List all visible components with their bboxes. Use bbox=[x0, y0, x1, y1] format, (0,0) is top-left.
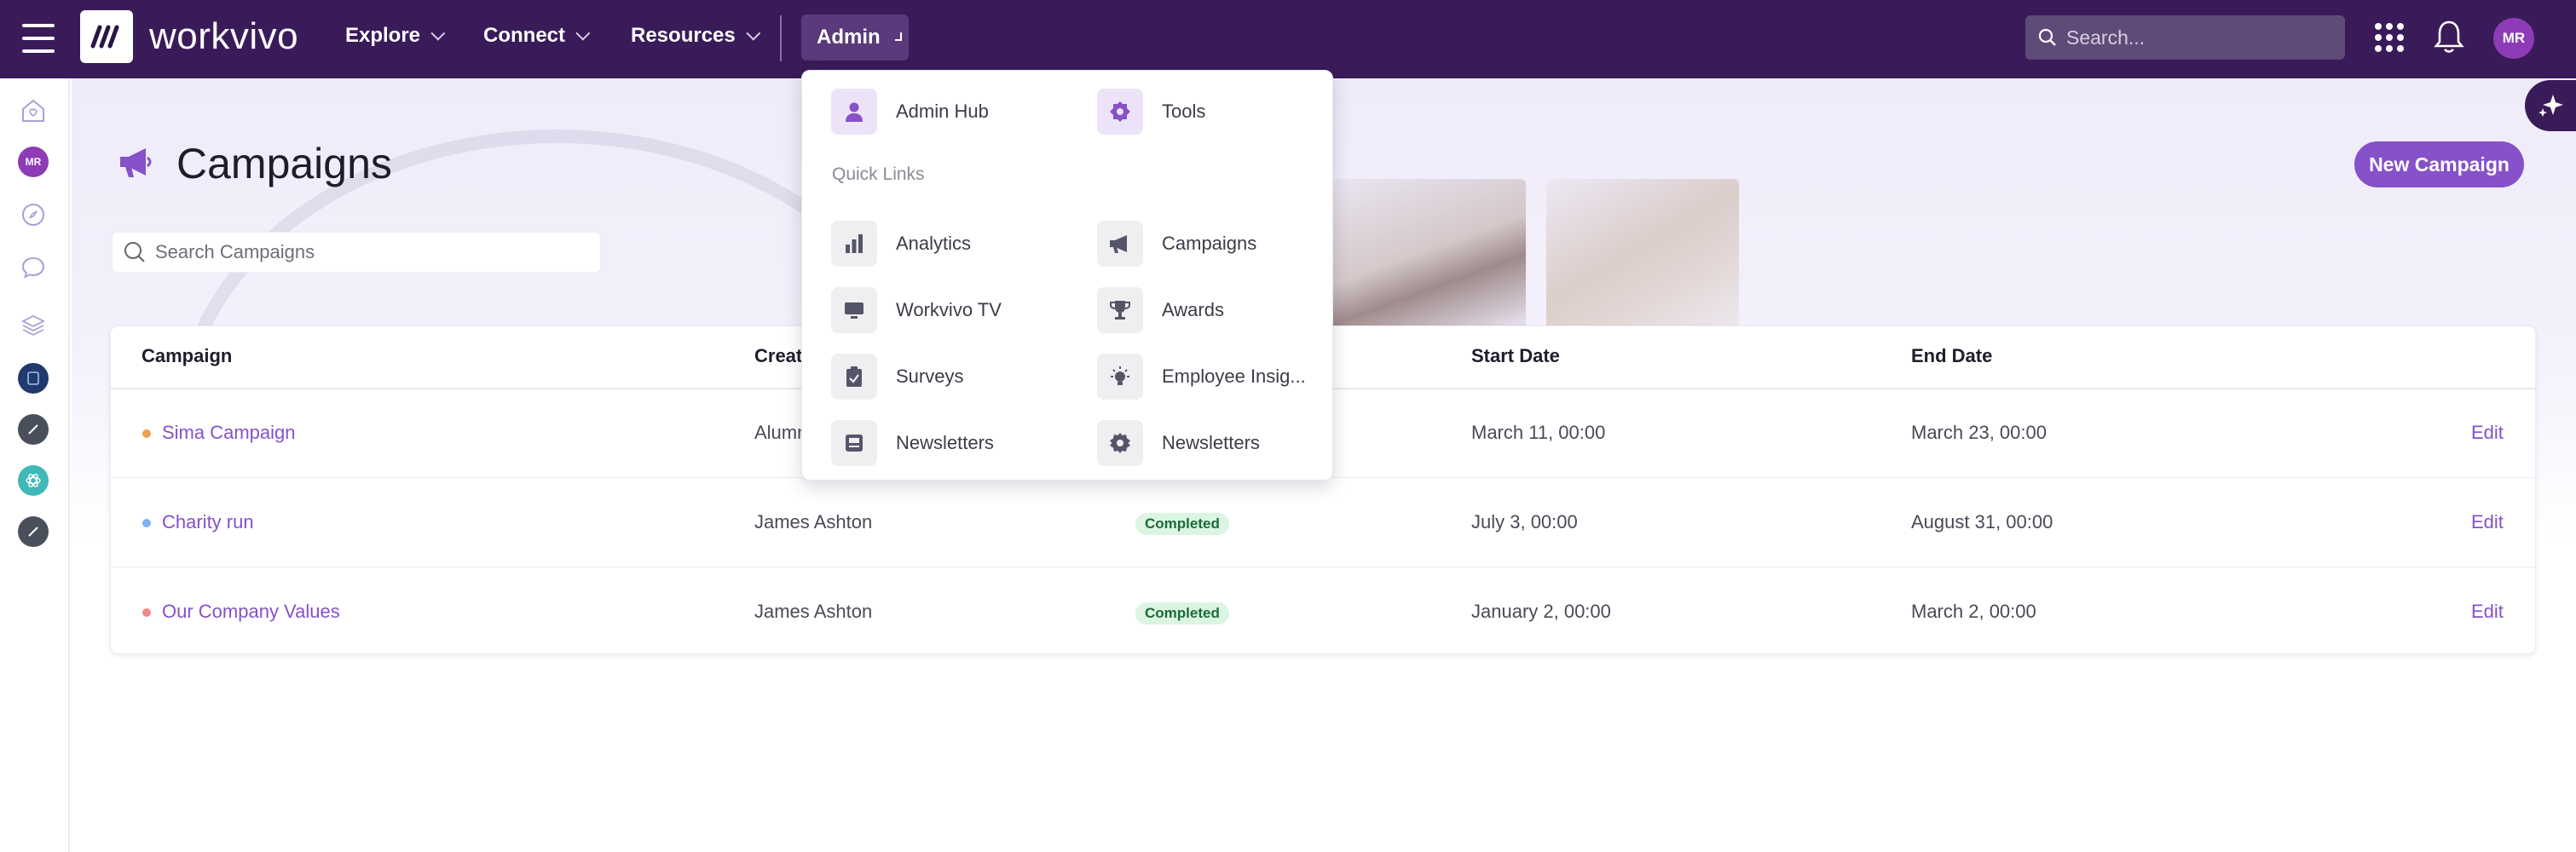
edit-link[interactable]: Edit bbox=[2471, 601, 2504, 623]
clipboard-icon bbox=[831, 354, 877, 400]
col-header-end-date[interactable]: End Date bbox=[1911, 345, 1992, 367]
notifications-bell-icon[interactable] bbox=[2433, 19, 2465, 59]
menu-item-label: Awards bbox=[1162, 299, 1224, 320]
col-header-campaign[interactable]: Campaign bbox=[142, 345, 232, 367]
campaign-start-date: March 11, 00:00 bbox=[1471, 422, 1606, 443]
nav-explore[interactable]: Explore bbox=[345, 24, 446, 48]
campaign-end-date: March 23, 00:00 bbox=[1911, 422, 2047, 443]
nav-explore-label: Explore bbox=[345, 24, 421, 47]
page-title: Campaigns bbox=[176, 140, 392, 187]
admin-dropdown-menu: Admin Hub Tools Quick Links Analytics Ca… bbox=[801, 70, 1333, 481]
chevron-down-icon bbox=[430, 26, 446, 41]
menu-item-tools[interactable]: Tools bbox=[1097, 89, 1205, 135]
search-icon bbox=[124, 242, 145, 262]
campaign-creator: James Ashton bbox=[754, 511, 873, 532]
global-search[interactable] bbox=[2025, 15, 2345, 60]
menu-item-awards[interactable]: Awards bbox=[1097, 287, 1224, 333]
campaign-link[interactable]: Our Company Values bbox=[162, 601, 340, 623]
menu-item-workvivo-tv[interactable]: Workvivo TV bbox=[831, 287, 1002, 333]
menu-item-label: Newsletters bbox=[1162, 432, 1260, 453]
status-badge: Completed bbox=[1135, 602, 1229, 625]
nav-connect-label: Connect bbox=[483, 24, 565, 47]
menu-item-admin-hub[interactable]: Admin Hub bbox=[831, 89, 989, 135]
tv-icon bbox=[831, 287, 877, 333]
status-badge: Completed bbox=[1135, 513, 1229, 535]
edit-link[interactable]: Edit bbox=[2471, 511, 2504, 533]
nav-resources-label: Resources bbox=[631, 24, 736, 47]
space-avatar-icon[interactable] bbox=[18, 363, 49, 394]
campaign-end-date: August 31, 00:00 bbox=[1911, 511, 2053, 532]
compass-icon[interactable] bbox=[18, 199, 49, 230]
megaphone-icon bbox=[1097, 221, 1143, 267]
gear-icon bbox=[1097, 420, 1143, 466]
nav-divider bbox=[780, 15, 782, 61]
lightbulb-icon bbox=[1097, 354, 1143, 400]
apps-grid-icon[interactable] bbox=[2375, 23, 2404, 52]
return-arrow-icon bbox=[894, 32, 902, 41]
nav-admin-label: Admin bbox=[817, 26, 881, 49]
table-row: Charity run James Ashton Completed July … bbox=[111, 479, 2535, 567]
chevron-down-icon bbox=[746, 26, 761, 41]
newsletter-icon bbox=[831, 420, 877, 466]
col-header-created[interactable]: Creat bbox=[754, 345, 802, 367]
menu-item-label: Newsletters bbox=[896, 432, 994, 453]
campaign-search-input[interactable] bbox=[155, 241, 581, 263]
campaign-link[interactable]: Sima Campaign bbox=[162, 422, 296, 444]
menu-item-label: Admin Hub bbox=[896, 101, 989, 122]
global-search-input[interactable] bbox=[2066, 26, 2322, 49]
profile-avatar[interactable]: MR bbox=[18, 147, 49, 177]
home-icon[interactable] bbox=[18, 95, 49, 126]
atom-icon[interactable] bbox=[18, 465, 49, 496]
campaign-search[interactable] bbox=[112, 232, 601, 273]
chat-bubble-icon[interactable] bbox=[18, 252, 49, 283]
menu-item-label: Campaigns bbox=[1162, 233, 1257, 254]
user-avatar[interactable]: MR bbox=[2493, 18, 2534, 59]
space-tool-icon-2[interactable] bbox=[18, 516, 49, 547]
ai-sparkle-icon[interactable] bbox=[2525, 80, 2576, 131]
status-dot bbox=[142, 608, 151, 617]
menu-item-surveys[interactable]: Surveys bbox=[831, 354, 963, 400]
bar-chart-icon bbox=[831, 221, 877, 267]
megaphone-icon bbox=[117, 145, 156, 183]
campaign-start-date: July 3, 00:00 bbox=[1471, 511, 1578, 532]
menu-item-newsletters[interactable]: Newsletters bbox=[831, 420, 994, 466]
campaign-creator: James Ashton bbox=[754, 601, 873, 622]
status-dot bbox=[142, 429, 151, 438]
hamburger-menu-icon[interactable] bbox=[22, 24, 55, 53]
top-navigation-bar: workvivo Explore Connect Resources Admin… bbox=[0, 0, 2576, 78]
nav-admin-button[interactable]: Admin bbox=[801, 14, 909, 60]
gear-badge-icon bbox=[1097, 89, 1143, 135]
search-icon bbox=[2038, 28, 2056, 46]
menu-item-label: Analytics bbox=[896, 233, 972, 254]
menu-item-campaigns[interactable]: Campaigns bbox=[1097, 221, 1256, 267]
menu-item-employee-insights[interactable]: Employee Insig... bbox=[1097, 354, 1306, 400]
brand-name[interactable]: workvivo bbox=[149, 15, 298, 58]
left-sidebar: MR bbox=[0, 78, 70, 852]
trophy-icon bbox=[1097, 287, 1143, 333]
new-campaign-button[interactable]: New Campaign bbox=[2354, 141, 2524, 187]
nav-resources[interactable]: Resources bbox=[631, 24, 761, 48]
menu-item-label: Surveys bbox=[896, 366, 964, 387]
nav-connect[interactable]: Connect bbox=[483, 24, 591, 48]
campaign-creator: Alumn bbox=[754, 422, 808, 443]
campaign-end-date: March 2, 00:00 bbox=[1911, 601, 2036, 622]
edit-link[interactable]: Edit bbox=[2471, 422, 2504, 444]
space-tool-icon[interactable] bbox=[18, 414, 49, 445]
campaign-start-date: January 2, 00:00 bbox=[1471, 601, 1611, 622]
campaign-link[interactable]: Charity run bbox=[162, 511, 254, 533]
menu-item-label: Tools bbox=[1162, 101, 1206, 122]
status-dot bbox=[142, 519, 151, 527]
menu-item-newsletters-settings[interactable]: Newsletters bbox=[1097, 420, 1260, 466]
quick-links-heading: Quick Links bbox=[832, 164, 925, 184]
menu-item-label: Employee Insig... bbox=[1162, 366, 1306, 387]
person-icon bbox=[831, 89, 877, 135]
layers-icon[interactable] bbox=[18, 310, 49, 341]
chevron-down-icon bbox=[575, 26, 591, 41]
menu-item-label: Workvivo TV bbox=[896, 299, 1002, 320]
workvivo-logo-icon[interactable] bbox=[80, 10, 133, 63]
col-header-start-date[interactable]: Start Date bbox=[1471, 345, 1560, 367]
table-row: Our Company Values James Ashton Complete… bbox=[111, 568, 2535, 657]
menu-item-analytics[interactable]: Analytics bbox=[831, 221, 971, 267]
